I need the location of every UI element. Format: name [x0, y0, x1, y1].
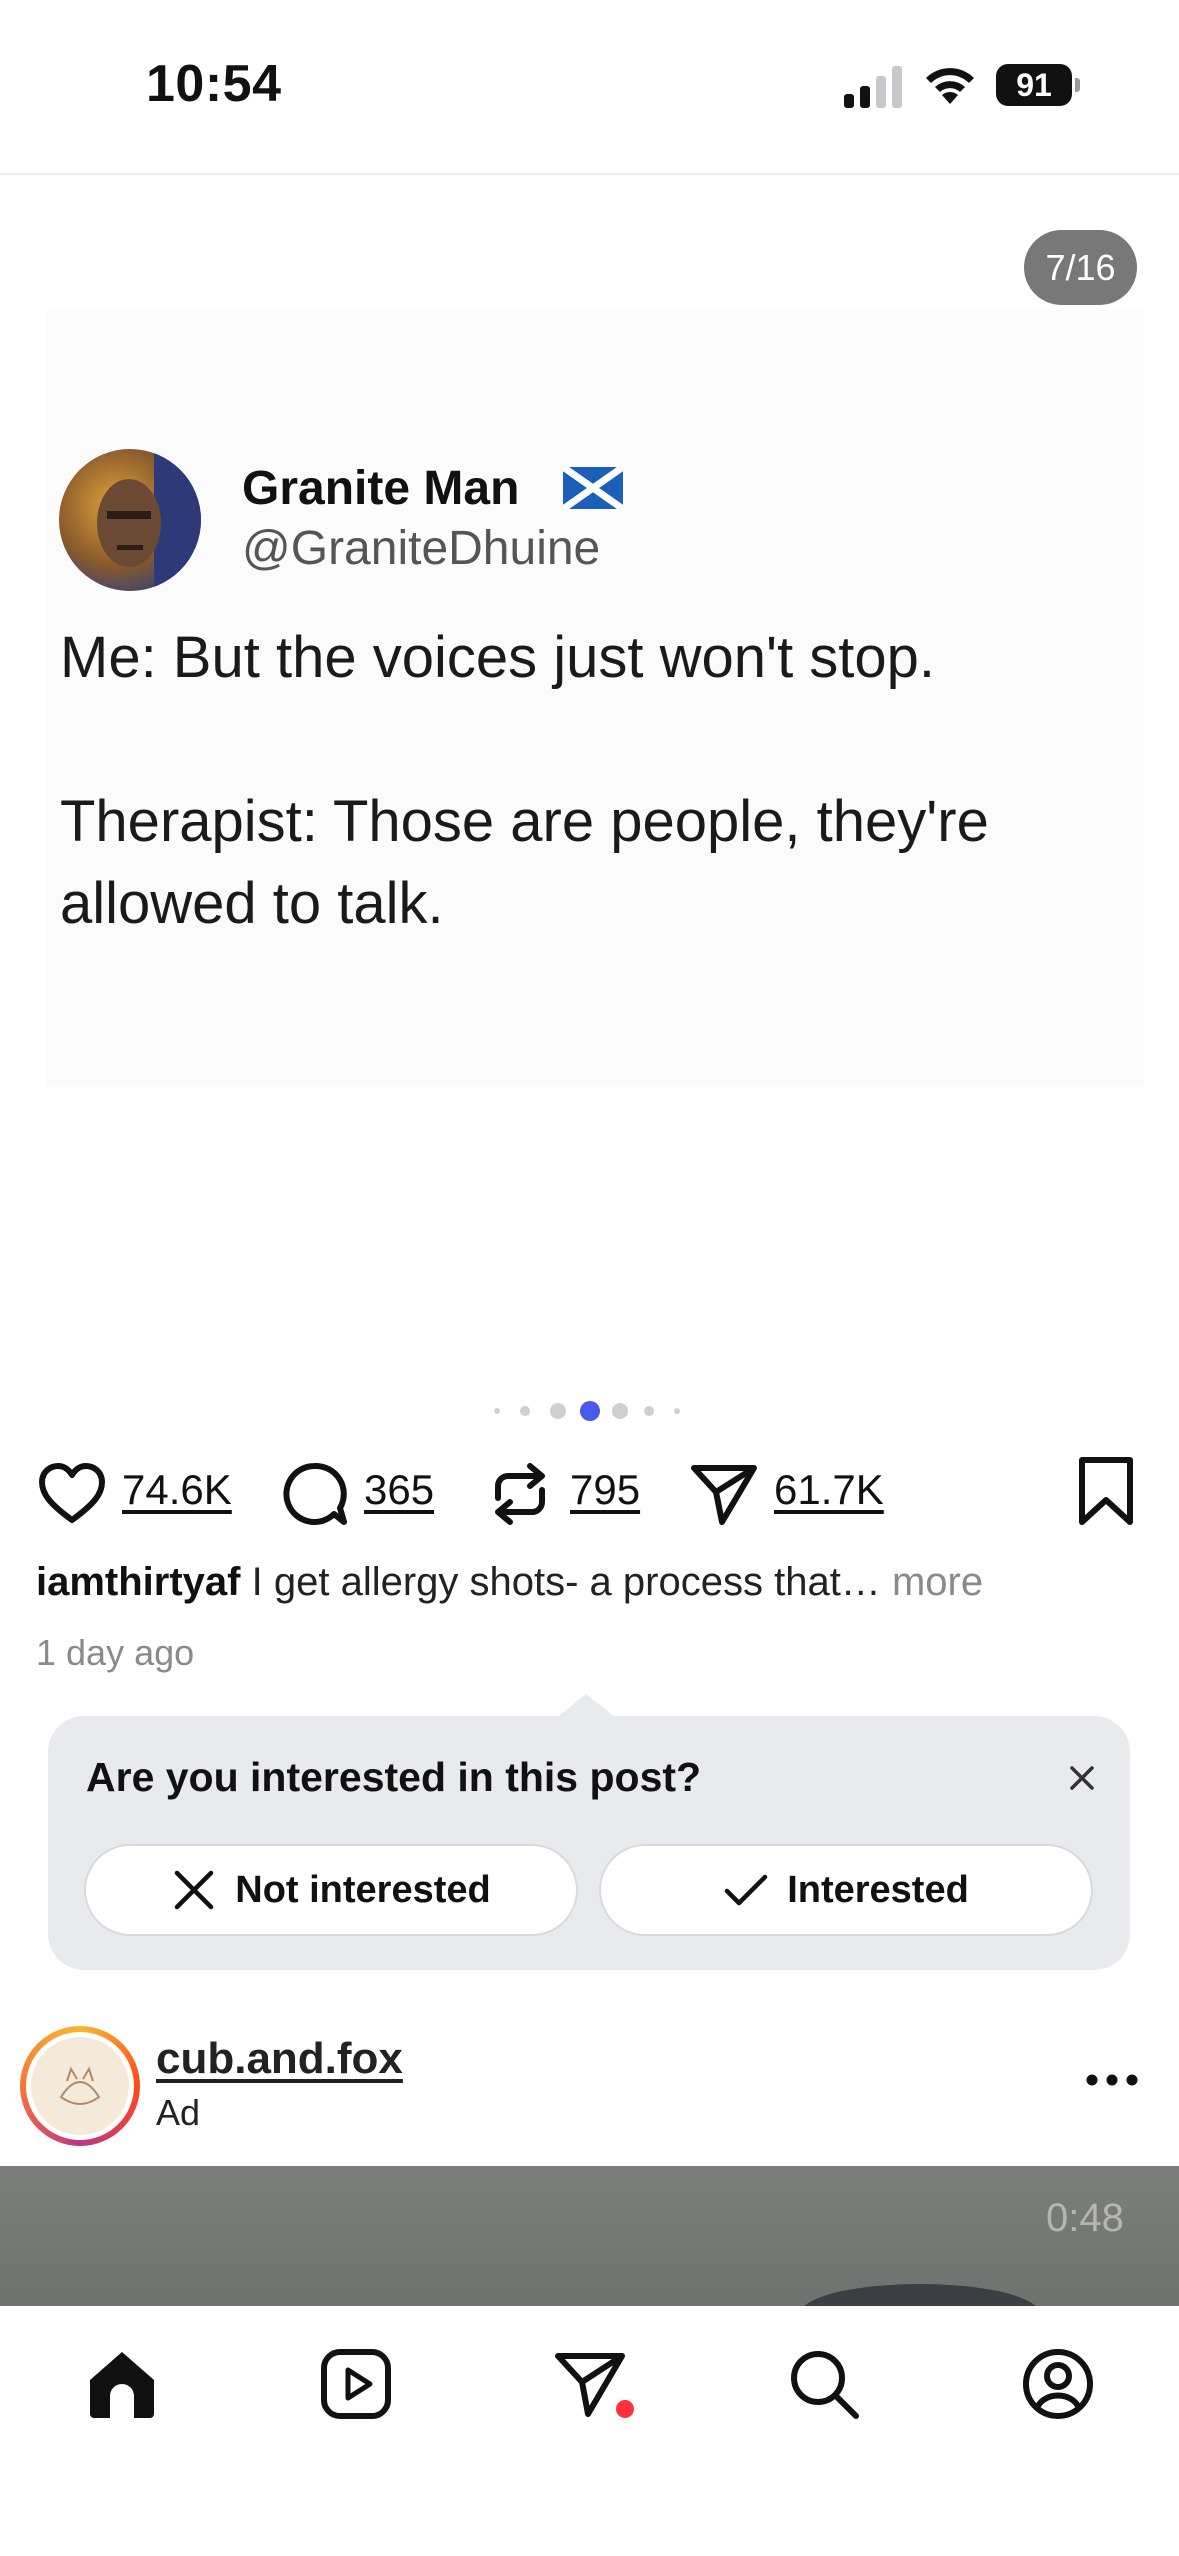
comment-count[interactable]: 365	[364, 1466, 434, 1514]
comment-icon[interactable]	[278, 1458, 350, 1530]
bookmark-icon[interactable]	[1076, 1456, 1136, 1528]
notification-dot	[616, 2400, 634, 2418]
post-timestamp: 1 day ago	[36, 1632, 195, 1673]
scotland-flag-icon	[563, 467, 623, 509]
status-time: 10:54	[146, 55, 282, 113]
not-interested-button[interactable]: Not interested	[84, 1844, 578, 1936]
status-bar: 10:54 91	[0, 0, 1179, 175]
video-duration: 0:48	[1046, 2196, 1124, 2240]
interested-label: Interested	[787, 1868, 969, 1911]
ad-username[interactable]: cub.and.fox	[156, 2034, 403, 2084]
interest-prompt: Are you interested in this post? Not int…	[48, 1716, 1130, 1970]
battery-icon: 91	[996, 64, 1080, 106]
reels-icon[interactable]	[318, 2346, 394, 2422]
search-icon[interactable]	[786, 2346, 862, 2422]
caption-more-link[interactable]: more	[892, 1560, 983, 1604]
profile-icon[interactable]	[1020, 2346, 1096, 2422]
tweet-author-handle: @GraniteDhuine	[242, 522, 601, 575]
bottom-nav	[0, 2306, 1179, 2556]
caption-text: I get allergy shots- a process that…	[251, 1560, 881, 1604]
not-interested-label: Not interested	[235, 1868, 491, 1911]
post-media[interactable]: Granite Man @GraniteDhuine Me: But the v…	[0, 186, 1179, 1361]
carousel-dot	[550, 1403, 566, 1419]
heart-icon[interactable]	[36, 1458, 108, 1530]
repost-count[interactable]: 795	[570, 1466, 640, 1514]
carousel-dot	[520, 1406, 530, 1416]
like-count[interactable]: 74.6K	[122, 1466, 232, 1514]
tweet-text: Me: But the voices just won't stop. Ther…	[60, 625, 989, 936]
carousel-dot	[644, 1406, 654, 1416]
checkmark-icon	[724, 1874, 768, 1906]
repost-icon[interactable]	[484, 1458, 556, 1530]
share-icon[interactable]	[688, 1458, 760, 1530]
tweet-author-name: Granite Man	[242, 462, 520, 515]
carousel-counter: 7/16	[1024, 230, 1137, 305]
tweet-card: Granite Man @GraniteDhuine Me: But the v…	[46, 311, 1144, 1086]
ad-video[interactable]: 0:48	[0, 2166, 1179, 2306]
close-icon[interactable]	[1062, 1758, 1102, 1798]
carousel-dot	[494, 1408, 500, 1414]
post-actions: 74.6K 365 795 61.7K	[0, 1452, 1179, 1532]
battery-level: 91	[996, 64, 1072, 106]
ad-label: Ad	[156, 2092, 201, 2133]
interested-button[interactable]: Interested	[599, 1844, 1093, 1936]
post-caption[interactable]: iamthirtyaf I get allergy shots- a proce…	[36, 1560, 983, 1605]
fox-logo-icon	[31, 2037, 129, 2135]
carousel-dot	[674, 1408, 680, 1414]
home-icon[interactable]	[84, 2346, 160, 2422]
share-count[interactable]: 61.7K	[774, 1466, 884, 1514]
prompt-pointer	[556, 1694, 616, 1718]
more-options-icon[interactable]	[1084, 2070, 1140, 2090]
carousel-dot	[612, 1403, 628, 1419]
carousel-dots	[494, 1400, 694, 1422]
ad-avatar[interactable]	[20, 2026, 140, 2146]
tweet-avatar	[59, 449, 201, 591]
cellular-signal-icon	[844, 66, 902, 108]
interest-prompt-title: Are you interested in this post?	[86, 1754, 702, 1800]
x-icon	[175, 1870, 214, 1910]
wifi-icon	[926, 68, 974, 104]
caption-username[interactable]: iamthirtyaf	[36, 1560, 241, 1604]
carousel-dot-active	[580, 1401, 600, 1421]
